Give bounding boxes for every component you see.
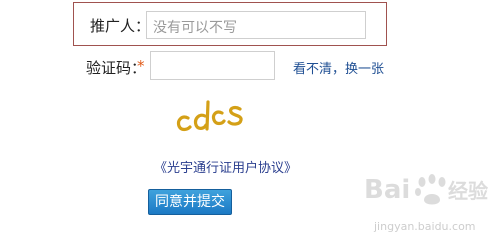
watermark-url: jingyan.baidu.com [374, 220, 476, 233]
agreement-link[interactable]: 《光宇通行证用户协议》 [154, 157, 297, 176]
referrer-row-highlight: 推广人： 没有可以不写 [73, 2, 387, 46]
submit-button[interactable]: 同意并提交 [148, 189, 232, 215]
captcha-refresh-link[interactable]: 看不清，换一张 [293, 58, 384, 77]
referrer-placeholder: 没有可以不写 [153, 20, 237, 36]
referrer-input[interactable]: 没有可以不写 [146, 11, 366, 39]
captcha-input[interactable] [150, 51, 275, 80]
referrer-label: 推广人： [90, 17, 151, 35]
paw-icon [415, 174, 446, 205]
baidu-watermark-logo: Bai 经验 [364, 174, 488, 205]
captcha-text: cdcs [172, 96, 175, 97]
baidu-jingyan-watermark: Bai 经验 jingyan.baidu.com [362, 168, 494, 242]
required-mark: * [137, 57, 145, 75]
captcha-image[interactable]: cdcs [172, 96, 246, 136]
svg-text:经验: 经验 [448, 179, 488, 203]
svg-text:Bai: Bai [364, 175, 410, 205]
